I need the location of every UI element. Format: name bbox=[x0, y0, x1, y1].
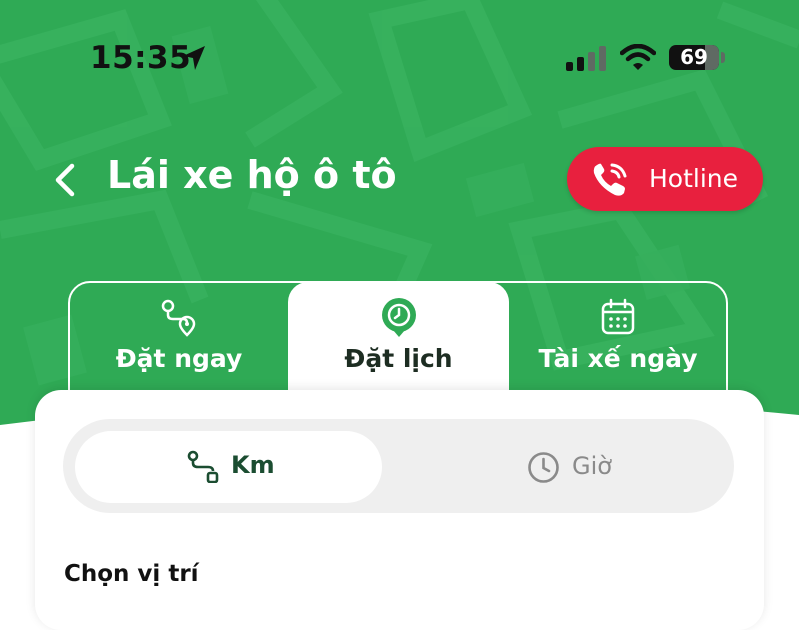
segment-hour[interactable]: Giờ bbox=[382, 431, 722, 503]
tab-daily-driver[interactable]: Tài xế ngày bbox=[509, 282, 727, 392]
battery-cap bbox=[721, 52, 725, 63]
cellular-signal-icon bbox=[566, 46, 606, 71]
route-pin-icon bbox=[161, 299, 196, 337]
battery-indicator: 69 bbox=[669, 45, 719, 70]
hotline-label: Hotline bbox=[649, 164, 739, 193]
wifi-icon bbox=[620, 44, 656, 70]
battery-level: 69 bbox=[680, 45, 708, 69]
status-time: 15:35 bbox=[90, 40, 192, 76]
choose-location-heading: Chọn vị trí bbox=[64, 561, 199, 587]
tab-label: Đặt lịch bbox=[344, 344, 453, 373]
calendar-icon bbox=[601, 298, 635, 335]
tab-book-now[interactable]: Đặt ngay bbox=[70, 282, 288, 392]
page-title: Lái xe hộ ô tô bbox=[107, 153, 397, 197]
segment-hour-label: Giờ bbox=[572, 452, 612, 480]
route-icon bbox=[187, 450, 219, 483]
location-clock-icon bbox=[381, 298, 416, 337]
location-arrow-icon bbox=[183, 46, 205, 70]
tab-label: Đặt ngay bbox=[115, 344, 243, 373]
segment-km-label: Km bbox=[231, 451, 275, 479]
hotline-button[interactable]: Hotline bbox=[567, 147, 763, 211]
tab-label: Tài xế ngày bbox=[538, 344, 698, 373]
clock-icon bbox=[528, 452, 559, 483]
phone-ringing-icon bbox=[593, 163, 627, 196]
back-button[interactable] bbox=[50, 160, 80, 200]
tab-schedule[interactable]: Đặt lịch bbox=[288, 282, 509, 392]
segment-km[interactable]: Km bbox=[75, 431, 382, 503]
